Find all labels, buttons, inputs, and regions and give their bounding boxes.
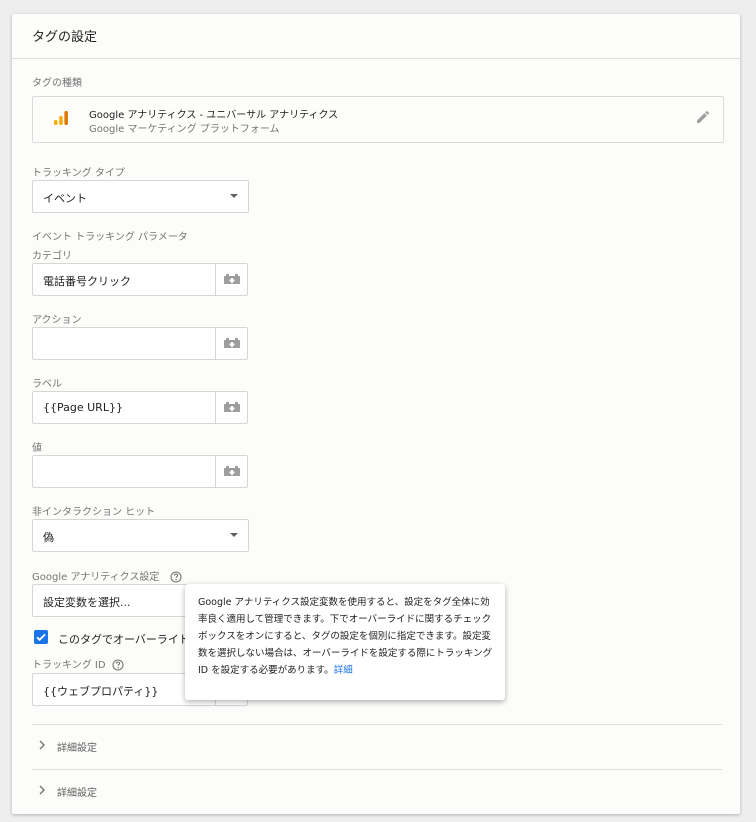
category-input[interactable]: 電話番号クリック [32,263,216,296]
card-title: タグの設定 [32,30,98,45]
event-label-value: {{Page URL}} [43,401,123,414]
override-checkbox-label: このタグでオーバーライド設 [58,633,201,646]
non-interaction-value: 偽 [43,531,54,544]
tag-configuration-card: タグの設定 タグの種類 Google アナリティクス - ユニバーサル アナリテ… [12,14,740,814]
tag-type-label: タグの種類 [32,78,82,89]
action-variable-button[interactable] [215,327,248,360]
non-interaction-label: 非インタラクション ヒット [32,507,156,518]
tracking-id-value: {{ウェブプロパティ}} [43,685,159,698]
ga-settings-tooltip: Google アナリティクス設定変数を使用すると、設定をタグ全体に効率良く適用し… [185,584,505,700]
tracking-type-label: トラッキング タイプ [32,168,125,179]
non-interaction-select[interactable]: 偽 [32,519,249,552]
tracking-type-select[interactable]: イベント [32,180,249,213]
variable-block-icon [224,338,240,348]
action-input[interactable] [32,327,216,360]
event-label-input[interactable]: {{Page URL}} [32,391,216,424]
tracking-id-label: トラッキング ID [32,660,106,671]
value-label: 値 [32,443,42,454]
chevron-right-icon [39,785,45,795]
advanced-settings-toggle-1[interactable]: 詳細設定 [32,725,722,765]
event-label-variable-button[interactable] [215,391,248,424]
value-variable-button[interactable] [215,455,248,488]
advanced-settings-label: 詳細設定 [57,743,97,754]
edit-pencil-icon[interactable] [695,109,711,129]
tag-type-platform: Google マーケティング プラットフォーム [89,124,280,135]
checkmark-icon [36,633,46,642]
variable-block-icon [224,274,240,284]
chevron-right-icon [39,740,45,750]
value-input[interactable] [32,455,216,488]
tag-type-selector[interactable]: Google アナリティクス - ユニバーサル アナリティクス Google マ… [32,96,724,143]
variable-block-icon [224,402,240,412]
ga-settings-label: Google アナリティクス設定 [32,572,160,583]
dropdown-caret-icon [230,194,238,198]
category-variable-button[interactable] [215,263,248,296]
title-divider [12,58,740,59]
advanced-settings-label: 詳細設定 [57,788,97,799]
category-value: 電話番号クリック [43,275,131,288]
dropdown-caret-icon [230,533,238,537]
tag-type-name: Google アナリティクス - ユニバーサル アナリティクス [89,110,339,121]
ga-settings-value: 設定変数を選択... [43,596,131,609]
tooltip-learn-more-link[interactable]: 詳細 [334,665,353,676]
action-label: アクション [32,315,82,326]
analytics-icon [53,110,69,130]
variable-block-icon [224,466,240,476]
tracking-type-value: イベント [43,192,87,205]
advanced-settings-toggle-2[interactable]: 詳細設定 [32,770,722,810]
event-label-label: ラベル [32,379,62,390]
event-params-heading: イベント トラッキング パラメータ [32,232,188,243]
override-checkbox[interactable] [34,630,48,644]
category-label: カテゴリ [32,251,72,262]
